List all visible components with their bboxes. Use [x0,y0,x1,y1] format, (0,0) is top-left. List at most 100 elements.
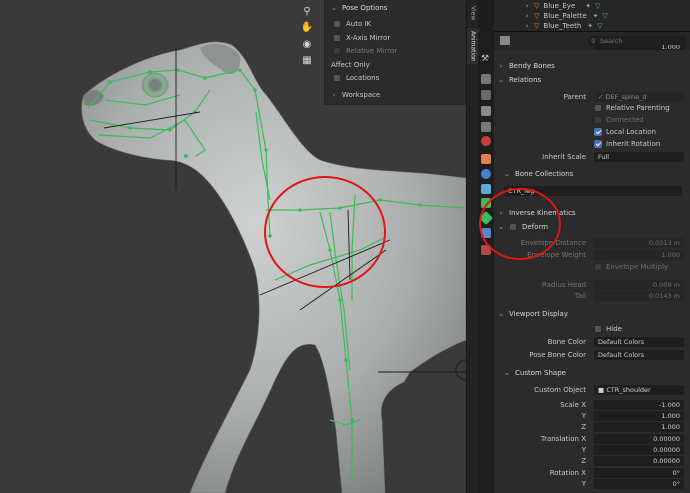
chevron-right-icon: › [525,12,529,20]
checkbox-checked-icon [594,140,602,148]
texture-icon[interactable] [481,245,491,255]
grid-view-icon[interactable]: ▦ [300,53,314,67]
chevron-down-icon: ⌄ [504,369,510,377]
bone-collection-item[interactable]: CTR_leg [504,186,682,196]
bone-icon[interactable] [478,210,494,226]
outliner-item[interactable]: › ▽ Blue_Palette ✦ ▽ [524,11,608,21]
viewport-display-panel[interactable]: ⌄ Viewport Display [498,308,686,320]
rotation-x-field[interactable]: 0° [594,468,684,478]
x-axis-mirror-checkbox[interactable]: X-Axis Mirror [333,34,390,42]
inherit-rotation-checkbox[interactable]: Inherit Rotation [594,140,660,148]
pose-bone-color-label: Pose Bone Color [529,351,586,359]
editor-type-icon[interactable] [500,36,510,45]
inverse-kinematics-panel[interactable]: › Inverse Kinematics [498,207,686,219]
deform-checkbox[interactable] [509,223,517,231]
modifier-icon[interactable] [481,169,491,179]
parent-label: Parent [563,93,586,101]
bone-collections-panel[interactable]: ⌄ Bone Collections [504,168,686,180]
pose-options-header[interactable]: ⌄ Pose Options [331,4,387,12]
translation-x-label: Translation X [540,435,586,443]
parent-field[interactable]: ✓ DEF_spine_d [594,92,684,102]
scale-y-label: Y [581,412,586,420]
properties-editor: ⚲ Search 1.000 › Bendy Bones ⌄ Relations… [494,32,690,493]
relative-parenting-checkbox[interactable]: Relative Parenting [594,104,670,112]
local-location-checkbox[interactable]: Local Location [594,128,656,136]
hide-checkbox[interactable]: Hide [594,325,622,333]
locations-checkbox[interactable]: Locations [333,74,379,82]
physics-icon[interactable] [481,184,491,194]
outliner-item[interactable]: › ▽ Blue_Eye ✦ ▽ [524,1,601,11]
connected-checkbox[interactable]: Connected [594,116,644,124]
pose-options-panel: ⌄ Pose Options Auto IK X-Axis Mirror Rel… [324,0,466,105]
translation-y-field[interactable]: 0.00000 [594,445,684,455]
rotation-y-field[interactable]: 0° [594,479,684,489]
output-icon[interactable] [481,90,491,100]
translation-y-label: Y [581,446,586,454]
deform-panel[interactable]: ⌄ Deform [498,221,686,233]
envelope-distance-label: Envelope Distance [520,239,586,247]
vertex-group-icon: ▽ [597,22,603,30]
inherit-scale-label: Inherit Scale [542,153,586,161]
sidebar-tabs: View Animation [466,0,479,493]
pose-bone-color-dropdown[interactable]: Default Colors [594,350,684,360]
workspace-subpanel[interactable]: › Workspace [331,91,381,99]
properties-tabs: ⚒ [478,32,494,493]
checkbox-icon [594,104,602,112]
relative-mirror-checkbox[interactable]: Relative Mirror [333,47,397,55]
translation-z-field[interactable]: 0.00000 [594,456,684,466]
modifier-icon: ✦ [587,22,594,30]
chevron-right-icon: › [499,62,503,70]
vertex-group-icon: ▽ [595,2,601,10]
rotation-x-label: Rotation X [549,469,586,477]
3d-viewport[interactable]: ⚲ ✋ ◉ ▦ ⌄ Pose Options Auto IK X-Axis Mi… [0,0,466,493]
checkbox-icon [333,34,341,42]
world-icon[interactable] [481,136,491,146]
scale-y-field[interactable]: 1.000 [594,411,684,421]
hand-pan-icon[interactable]: ✋ [300,20,314,34]
scale-z-field[interactable]: 1.000 [594,422,684,432]
translation-x-field[interactable]: 0.00000 [594,434,684,444]
render-icon[interactable] [481,74,491,84]
custom-object-label: Custom Object [534,386,586,394]
auto-ik-checkbox[interactable]: Auto IK [333,20,371,28]
custom-object-field[interactable]: ■ CTR_shoulder [594,385,684,395]
object-icon: ■ [598,386,605,394]
scale-x-label: Scale X [560,401,586,409]
tail-label: Tail [574,292,586,300]
radius-head-label: Radius Head [542,281,586,289]
armature-data-icon[interactable] [481,198,491,208]
view-layer-icon[interactable] [481,106,491,116]
affect-only-label: Affect Only [331,61,370,69]
relations-panel[interactable]: ⌄ Relations [498,74,686,86]
mesh-icon: ▽ [534,12,540,20]
envelope-distance-field[interactable]: 0.0313 m [594,238,684,248]
chevron-right-icon: › [499,209,503,217]
checkbox-icon [594,116,602,124]
object-icon[interactable] [481,154,491,164]
tab-view[interactable]: View [467,3,479,23]
outliner-item[interactable]: › ▽ Blue_Teeth ✦ ▽ [524,21,603,31]
dog-model [81,41,466,493]
bone-constraint-icon[interactable] [481,228,491,238]
chevron-right-icon: › [332,91,336,99]
scale-x-field[interactable]: -1.000 [594,400,684,410]
envelope-weight-field[interactable]: 1.000 [594,250,684,260]
bendy-bones-panel[interactable]: › Bendy Bones [498,60,686,72]
mesh-icon: ▽ [534,22,540,30]
checkbox-icon [333,20,341,28]
radius-head-field[interactable]: 0.009 m [594,280,684,290]
inherit-scale-dropdown[interactable]: Full [594,152,684,162]
scene-icon[interactable] [481,122,491,132]
tool-icon[interactable]: ⚒ [481,54,491,64]
zoom-icon[interactable]: ⚲ [300,4,314,18]
bone-color-dropdown[interactable]: Default Colors [594,337,684,347]
top-value-field[interactable]: 1.000 [594,45,684,50]
tail-field[interactable]: 0.0143 m [594,291,684,301]
checkbox-icon [333,74,341,82]
camera-icon[interactable]: ◉ [300,37,314,51]
envelope-multiply-checkbox[interactable]: Envelope Multiply [594,263,668,271]
envelope-weight-label: Envelope Weight [527,251,586,259]
custom-shape-panel[interactable]: ⌄ Custom Shape [504,367,686,379]
chevron-down-icon: ⌄ [498,310,504,318]
checkbox-icon [594,325,602,333]
